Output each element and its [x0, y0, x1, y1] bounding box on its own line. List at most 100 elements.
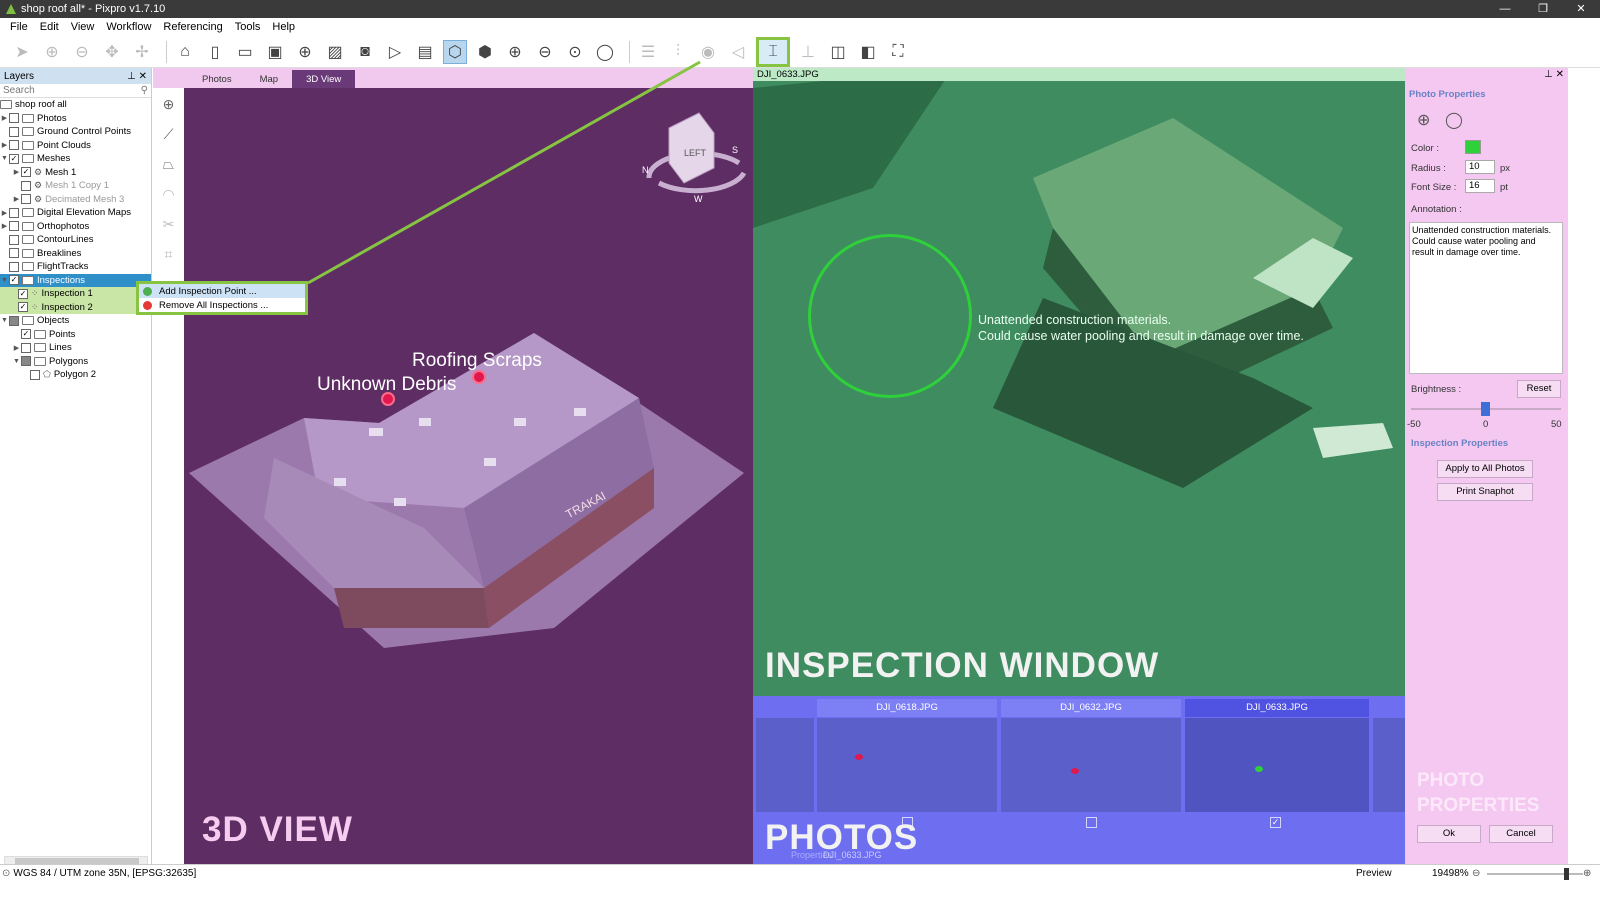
- menu-view[interactable]: View: [65, 21, 101, 33]
- tree-item-contourlines[interactable]: ContourLines: [0, 233, 151, 247]
- save-icon[interactable]: ▣: [263, 40, 287, 64]
- collapse-icon[interactable]: ▼: [0, 155, 9, 162]
- volume-icon[interactable]: ◠: [159, 186, 179, 206]
- zoom-in-status-icon[interactable]: ⊕: [1583, 868, 1591, 879]
- tab-photos[interactable]: Photos: [188, 70, 246, 88]
- checkbox[interactable]: [21, 194, 31, 205]
- pan-icon[interactable]: ✢: [130, 40, 154, 64]
- crosshair-icon[interactable]: ⊕: [159, 96, 179, 116]
- tree-item-lines[interactable]: ▶ Lines: [0, 341, 151, 355]
- cancel-button[interactable]: Cancel: [1489, 825, 1553, 843]
- brightness-slider-thumb[interactable]: [1481, 402, 1490, 416]
- polygon-tool-icon[interactable]: ⏢: [159, 156, 179, 176]
- checkbox[interactable]: [21, 167, 31, 178]
- tree-item-inspections[interactable]: ▼ Inspections: [0, 273, 151, 287]
- tree-item-gcp[interactable]: Ground Control Points: [0, 125, 151, 139]
- collapse-icon[interactable]: ▼: [12, 358, 21, 365]
- move-point-icon[interactable]: ✥: [100, 40, 124, 64]
- tab-map[interactable]: Map: [246, 70, 292, 88]
- inspection-pin-icon[interactable]: [472, 370, 486, 384]
- zoom-fit-icon[interactable]: ⊙: [563, 40, 587, 64]
- checkbox[interactable]: [9, 113, 19, 124]
- cut-icon[interactable]: ✂: [159, 216, 179, 236]
- photo-checkbox[interactable]: [1086, 817, 1097, 828]
- tree-item-decimated-mesh[interactable]: ▶ ⚙ Decimated Mesh 3: [0, 193, 151, 207]
- radius-select[interactable]: 10: [1465, 160, 1495, 174]
- checkbox[interactable]: [21, 180, 31, 191]
- annotation-textarea[interactable]: Unattended construction materials. Could…: [1409, 222, 1563, 374]
- image-icon[interactable]: ▨: [323, 40, 347, 64]
- eye-icon[interactable]: ◉: [696, 40, 720, 64]
- fullscreen-icon[interactable]: ⛶: [886, 40, 910, 64]
- checkbox[interactable]: [9, 221, 19, 232]
- camera-icon[interactable]: ◙: [353, 40, 377, 64]
- checkbox[interactable]: [18, 288, 28, 299]
- measure-icon[interactable]: ⊥: [796, 40, 820, 64]
- tab-3d-view[interactable]: 3D View: [292, 70, 356, 88]
- tree-item-photos[interactable]: ▶ Photos: [0, 112, 151, 126]
- checkbox[interactable]: [9, 234, 19, 245]
- inspection-window[interactable]: DJI_0633.JPG Unattended construction mat…: [753, 68, 1405, 696]
- home-icon[interactable]: ⌂: [173, 40, 197, 64]
- zoom-in-tool-icon[interactable]: ⊕: [1417, 110, 1430, 130]
- photo-checkbox-checked[interactable]: ✓: [1270, 817, 1281, 828]
- expand-icon[interactable]: ▶: [0, 141, 9, 149]
- tree-item-flighttracks[interactable]: FlightTracks: [0, 260, 151, 274]
- cube-icon[interactable]: ⬢: [473, 40, 497, 64]
- zoom-in-icon[interactable]: ⊕: [503, 40, 527, 64]
- tree-item-polygon-2[interactable]: ⬠ Polygon 2: [0, 368, 151, 382]
- zoom-fit-tool-icon[interactable]: ◯: [1445, 110, 1463, 130]
- monitor-icon[interactable]: ▤: [413, 40, 437, 64]
- zoom-out-icon[interactable]: ⊖: [533, 40, 557, 64]
- checkbox[interactable]: [21, 356, 31, 367]
- tree-item-objects[interactable]: ▼ Objects: [0, 314, 151, 328]
- print-snapshot-button[interactable]: Print Snaphot: [1437, 483, 1533, 501]
- checkbox[interactable]: [9, 248, 19, 259]
- photo-thumbnail[interactable]: [817, 718, 997, 812]
- 3d-view-canvas[interactable]: LEFT S N W Roofing Scraps Unknown Debris…: [184, 88, 753, 864]
- minimize-button[interactable]: —: [1486, 0, 1524, 18]
- collapse-icon[interactable]: ▼: [0, 277, 9, 284]
- pointer-icon[interactable]: ➤: [10, 40, 34, 64]
- tree-item-meshes[interactable]: ▼ Meshes: [0, 152, 151, 166]
- menu-edit[interactable]: Edit: [34, 21, 65, 33]
- menu-referencing[interactable]: Referencing: [157, 21, 228, 33]
- checkbox[interactable]: [9, 140, 19, 151]
- plane-icon[interactable]: ◁: [726, 40, 750, 64]
- expand-icon[interactable]: ▶: [0, 114, 9, 122]
- inspection-circle[interactable]: [808, 234, 972, 398]
- crop-icon[interactable]: ⌗: [159, 246, 179, 266]
- reset-button[interactable]: Reset: [1517, 380, 1561, 398]
- tree-item-polygons[interactable]: ▼ Polygons: [0, 355, 151, 369]
- tree-item-points[interactable]: Points: [0, 328, 151, 342]
- delete-window-icon[interactable]: ◧: [856, 40, 880, 64]
- expand-icon[interactable]: ▶: [12, 344, 21, 352]
- add-inspection-point-item[interactable]: Add Inspection Point ...: [139, 284, 305, 298]
- maximize-button[interactable]: ❐: [1524, 0, 1562, 18]
- font-size-select[interactable]: 16: [1465, 179, 1495, 193]
- checkbox[interactable]: [21, 342, 31, 353]
- photo-thumbnail-partial[interactable]: [756, 718, 814, 812]
- color-swatch[interactable]: [1465, 140, 1481, 154]
- pin-close-icons[interactable]: ⊥ ✕: [127, 71, 147, 82]
- file-tab[interactable]: DJI_0633.JPG: [823, 850, 882, 860]
- collapse-icon[interactable]: ▼: [0, 317, 9, 324]
- expand-icon[interactable]: ▶: [12, 168, 21, 176]
- zoom-slider-thumb[interactable]: [1564, 868, 1569, 880]
- checkbox[interactable]: [9, 275, 19, 286]
- inspection-pin-icon[interactable]: [381, 392, 395, 406]
- tree-item-dem[interactable]: ▶ Digital Elevation Maps: [0, 206, 151, 220]
- photo-thumbnail[interactable]: [1001, 718, 1181, 812]
- photo-thumbnail-selected[interactable]: [1185, 718, 1369, 812]
- navigation-cube[interactable]: LEFT S N W: [634, 108, 753, 208]
- new-project-icon[interactable]: ▯: [203, 40, 227, 64]
- align-icon[interactable]: ☰: [636, 40, 660, 64]
- expand-icon[interactable]: ▶: [12, 195, 21, 203]
- tree-item-mesh-1-copy[interactable]: ⚙ Mesh 1 Copy 1: [0, 179, 151, 193]
- checkbox[interactable]: [9, 126, 19, 137]
- menu-workflow[interactable]: Workflow: [100, 21, 157, 33]
- tree-item-inspection-2[interactable]: ⁘Inspection 2: [0, 300, 151, 314]
- polyline-icon[interactable]: ⟋: [159, 126, 179, 146]
- profile-icon[interactable]: ⫶: [666, 40, 690, 64]
- zoom-out-status-icon[interactable]: ⊖: [1472, 868, 1480, 879]
